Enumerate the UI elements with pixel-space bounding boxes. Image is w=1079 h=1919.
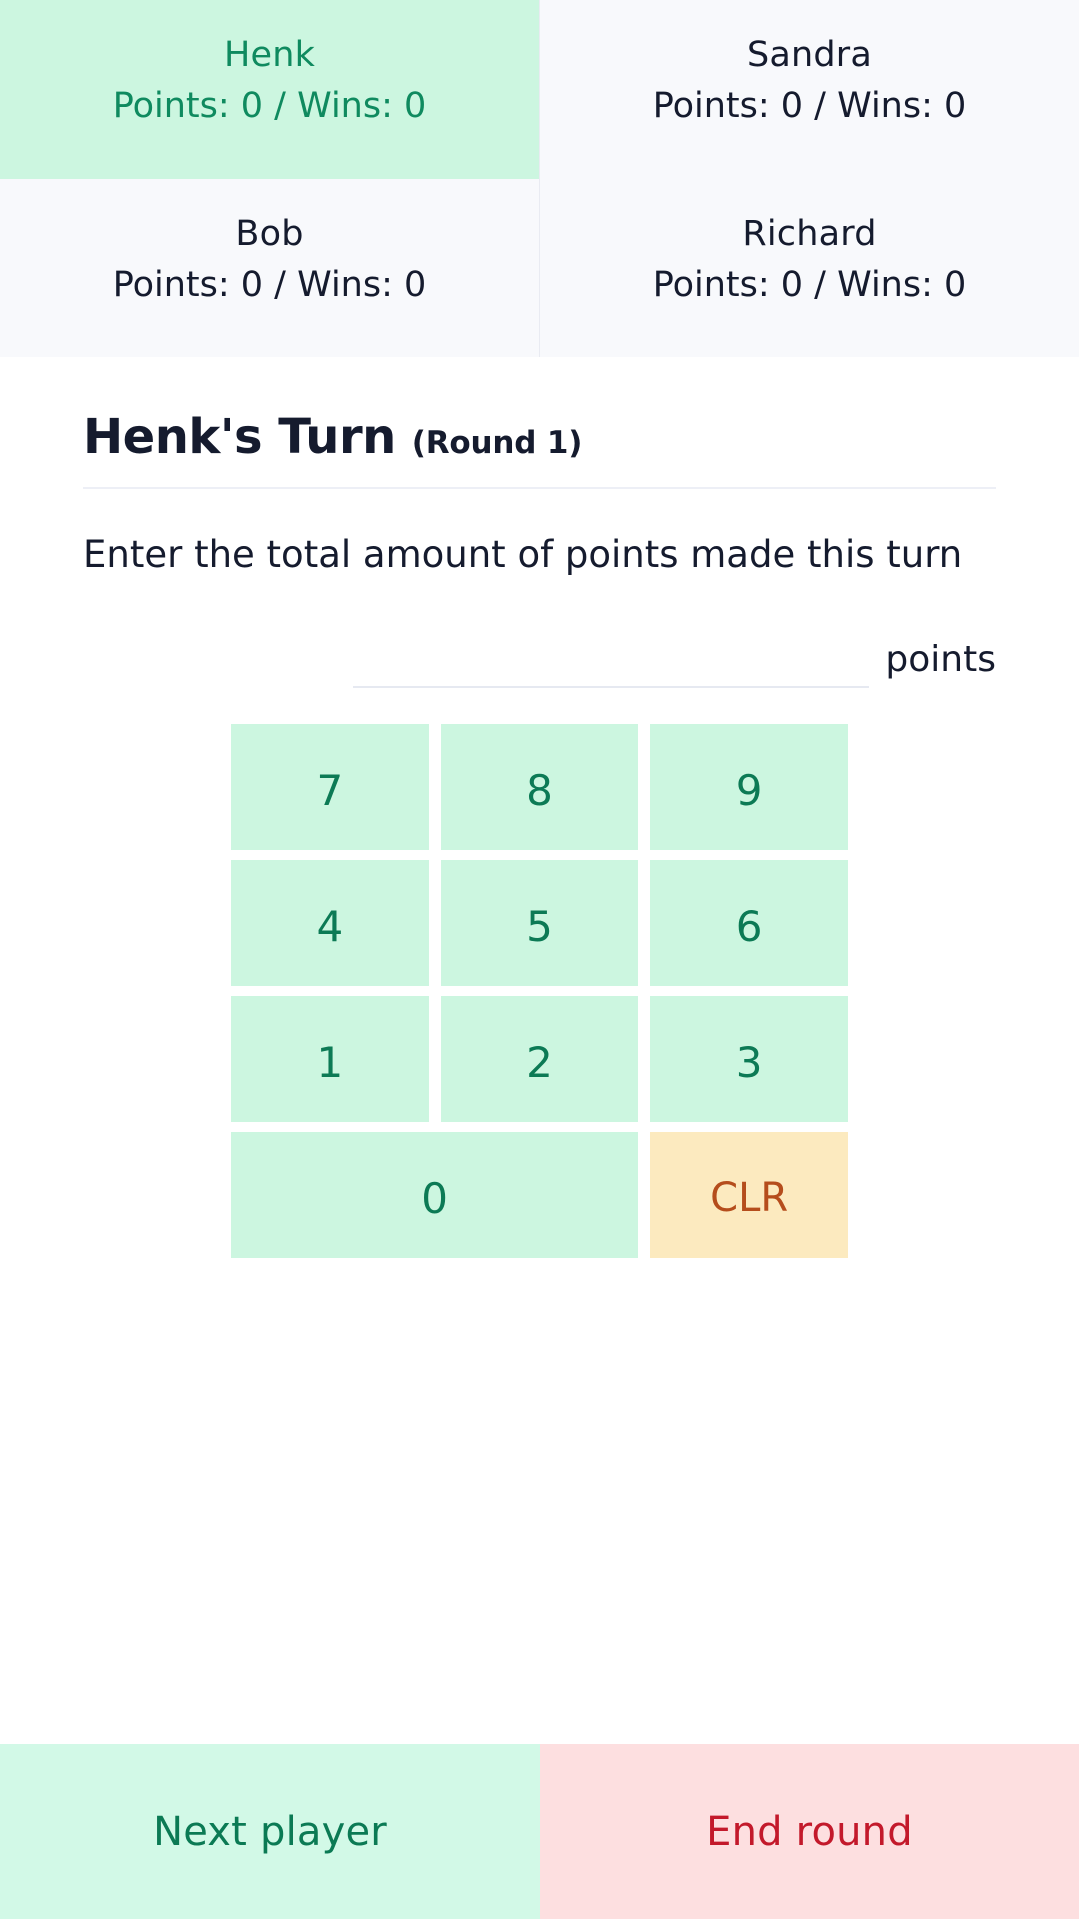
next-player-button[interactable]: Next player <box>0 1744 540 1919</box>
key-4[interactable]: 4 <box>231 860 429 987</box>
player-name: Richard <box>742 214 877 254</box>
key-2[interactable]: 2 <box>440 996 639 1123</box>
key-3[interactable]: 3 <box>650 996 848 1123</box>
footer-actions: Next player End round <box>0 1744 1079 1919</box>
player-stats: Points: 0 / Wins: 0 <box>652 85 967 126</box>
key-9[interactable]: 9 <box>650 724 848 851</box>
player-stats: Points: 0 / Wins: 0 <box>112 264 427 305</box>
scoreboard: Henk Points: 0 / Wins: 0 Sandra Points: … <box>0 0 1079 357</box>
key-0[interactable]: 0 <box>231 1132 639 1259</box>
points-input-row: points <box>83 630 996 689</box>
player-card-bob[interactable]: Bob Points: 0 / Wins: 0 <box>0 179 540 357</box>
player-card-sandra[interactable]: Sandra Points: 0 / Wins: 0 <box>540 0 1079 179</box>
key-8[interactable]: 8 <box>440 724 639 851</box>
player-stats: Points: 0 / Wins: 0 <box>652 264 967 305</box>
points-unit-label: points <box>885 639 996 681</box>
points-input[interactable] <box>353 630 870 689</box>
main-content: Henk's Turn (Round 1) Enter the total am… <box>0 357 1079 1744</box>
instruction-text: Enter the total amount of points made th… <box>83 533 963 576</box>
end-round-button[interactable]: End round <box>540 1744 1079 1919</box>
player-name: Bob <box>235 214 304 254</box>
player-name: Sandra <box>746 35 873 75</box>
key-7[interactable]: 7 <box>231 724 429 851</box>
player-card-henk[interactable]: Henk Points: 0 / Wins: 0 <box>0 0 540 179</box>
player-stats: Points: 0 / Wins: 0 <box>112 85 427 126</box>
player-name: Henk <box>223 35 316 75</box>
key-1[interactable]: 1 <box>231 996 429 1123</box>
key-clear[interactable]: CLR <box>650 1132 848 1259</box>
turn-header: Henk's Turn (Round 1) <box>83 409 996 489</box>
numeric-keypad: 7 8 9 4 5 6 1 2 3 0 CLR <box>231 724 848 1259</box>
page-title: Henk's Turn <box>83 409 396 465</box>
key-6[interactable]: 6 <box>650 860 848 987</box>
round-label: (Round 1) <box>411 425 583 461</box>
key-5[interactable]: 5 <box>440 860 639 987</box>
player-card-richard[interactable]: Richard Points: 0 / Wins: 0 <box>540 179 1079 357</box>
scoreboard-app: Henk Points: 0 / Wins: 0 Sandra Points: … <box>0 0 1079 1919</box>
